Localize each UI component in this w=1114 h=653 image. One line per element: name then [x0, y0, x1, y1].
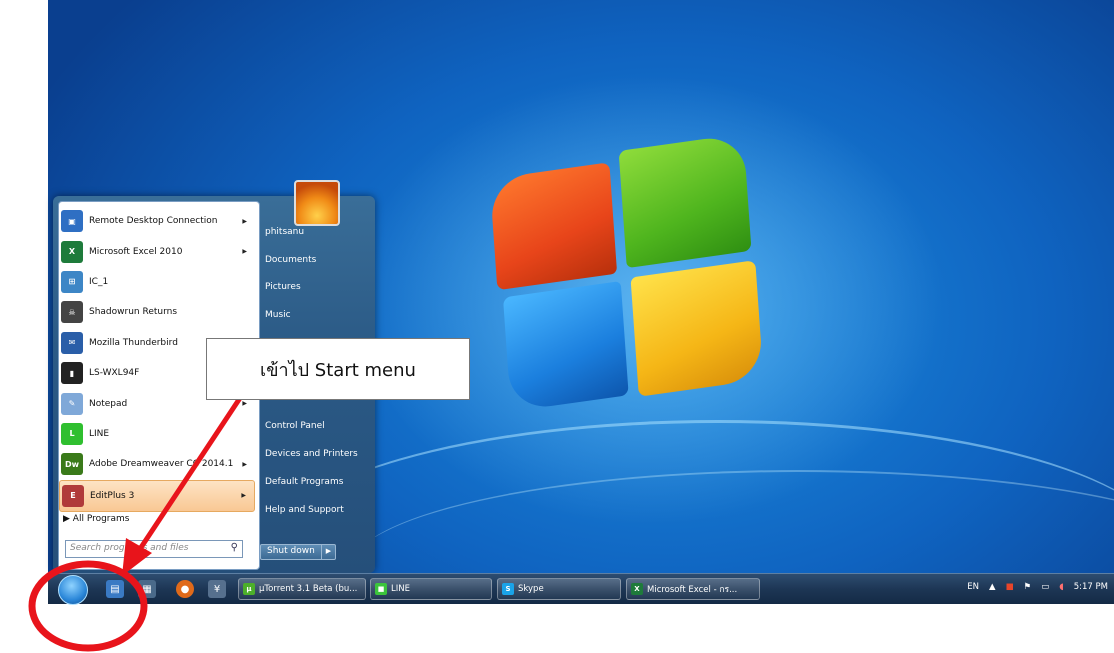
annotation-arrow-head	[122, 538, 152, 576]
callout-text: เข้าไป Start menu	[260, 359, 416, 381]
highlight-circle	[28, 560, 148, 652]
annotation-arrow-line	[133, 396, 243, 557]
annotation-overlay	[28, 396, 243, 652]
callout-box: เข้าไป Start menu	[206, 338, 470, 400]
